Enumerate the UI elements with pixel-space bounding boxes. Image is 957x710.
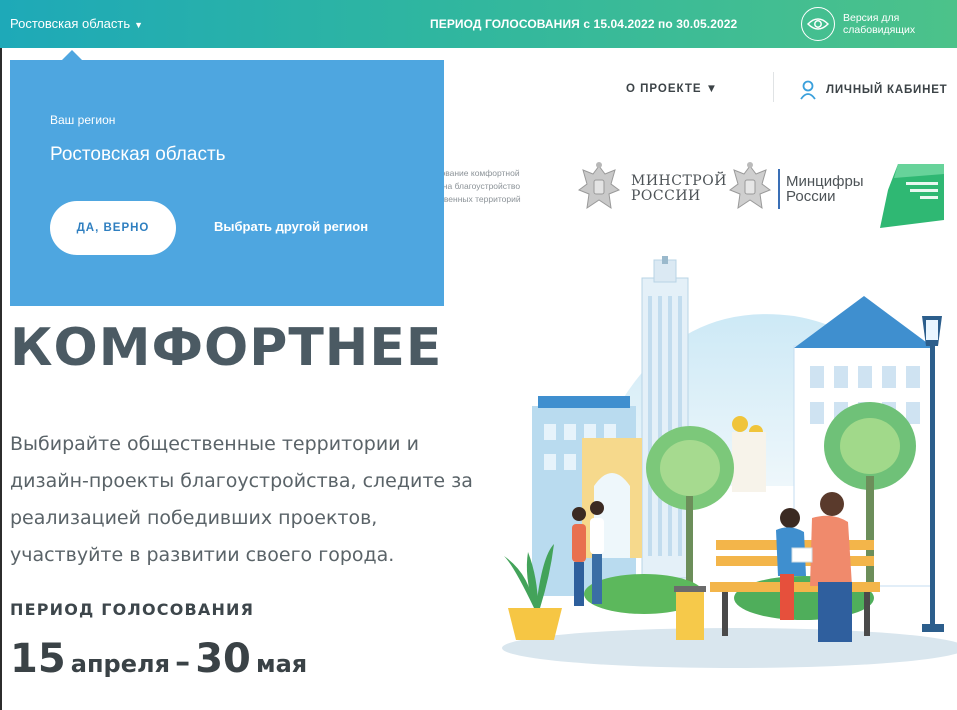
hero-description-line: реализацией победивших проектов, bbox=[10, 507, 378, 529]
national-projects-logo[interactable] bbox=[880, 160, 944, 228]
minstroy-name-line2: РОССИИ bbox=[631, 188, 701, 204]
nav-about-project[interactable]: О ПРОЕКТЕ ▼ bbox=[626, 83, 718, 95]
partners-text-line: ественных территорий bbox=[431, 194, 521, 204]
user-icon bbox=[800, 80, 816, 100]
hero-description-line: дизайн-проекты благоустройства, следите … bbox=[10, 470, 473, 492]
region-select[interactable]: Ростовская область ▼ bbox=[10, 16, 143, 31]
eye-icon bbox=[801, 7, 835, 41]
confirm-region-button[interactable]: ДА, ВЕРНО bbox=[50, 201, 176, 255]
logo-separator bbox=[778, 169, 780, 209]
popup-region-label: Ваш регион bbox=[50, 113, 116, 127]
popup-region-name: Ростовская область bbox=[50, 144, 226, 165]
popup-pointer bbox=[62, 50, 82, 60]
start-day: 15 bbox=[10, 636, 66, 682]
region-confirm-popup: Ваш регион Ростовская область ДА, ВЕРНО … bbox=[10, 50, 444, 306]
end-day: 30 bbox=[195, 636, 251, 682]
voting-dates: 15 апреля – 30 мая bbox=[10, 636, 307, 682]
start-month: апреля bbox=[70, 650, 170, 678]
end-month: мая bbox=[255, 650, 308, 678]
minstroy-name-line1: МИНСТРОЙ bbox=[631, 173, 727, 189]
partners-description: ирование комфортной ен на благоустройств… bbox=[431, 167, 571, 206]
hero-title: КОМФОРТНЕЕ bbox=[10, 318, 443, 378]
minstroy-logo[interactable]: МИНСТРОЙ РОССИИ bbox=[575, 160, 727, 218]
date-dash: – bbox=[175, 645, 191, 680]
hero-description: Выбирайте общественные территории и диза… bbox=[10, 426, 480, 574]
mincifry-logo[interactable]: Минцифры России bbox=[726, 160, 864, 218]
coat-of-arms-icon bbox=[728, 162, 772, 210]
cabinet-label: ЛИЧНЫЙ КАБИНЕТ bbox=[826, 84, 948, 96]
hero-description-line: Выбирайте общественные территории и bbox=[10, 433, 419, 455]
top-bar: Ростовская область ▼ ПЕРИОД ГОЛОСОВАНИЯ с… bbox=[0, 0, 957, 48]
city-park-illustration bbox=[502, 256, 957, 668]
left-border bbox=[0, 48, 2, 710]
coat-of-arms-icon bbox=[577, 162, 621, 210]
chevron-down-icon: ▼ bbox=[134, 20, 144, 30]
nav-divider bbox=[773, 72, 774, 102]
partners-text-line: ен на благоустройство bbox=[431, 181, 521, 191]
voting-period-banner: ПЕРИОД ГОЛОСОВАНИЯ с 15.04.2022 по 30.05… bbox=[430, 17, 738, 31]
nav-personal-cabinet[interactable]: ЛИЧНЫЙ КАБИНЕТ bbox=[800, 80, 948, 100]
hero-description-line: участвуйте в развитии своего города. bbox=[10, 544, 395, 566]
partners-text-line: ирование комфортной bbox=[431, 168, 520, 178]
region-select-label: Ростовская область bbox=[10, 16, 131, 31]
accessibility-version-button[interactable]: Версия для слабовидящих bbox=[801, 6, 943, 42]
voting-period-label: ПЕРИОД ГОЛОСОВАНИЯ bbox=[10, 600, 255, 619]
mincifry-name-line2: России bbox=[786, 188, 836, 205]
mincifry-name-line1: Минцифры bbox=[786, 173, 864, 190]
choose-other-region-link[interactable]: Выбрать другой регион bbox=[214, 219, 368, 234]
accessibility-label-line2: слабовидящих bbox=[843, 24, 916, 36]
accessibility-label-line1: Версия для bbox=[843, 12, 900, 24]
